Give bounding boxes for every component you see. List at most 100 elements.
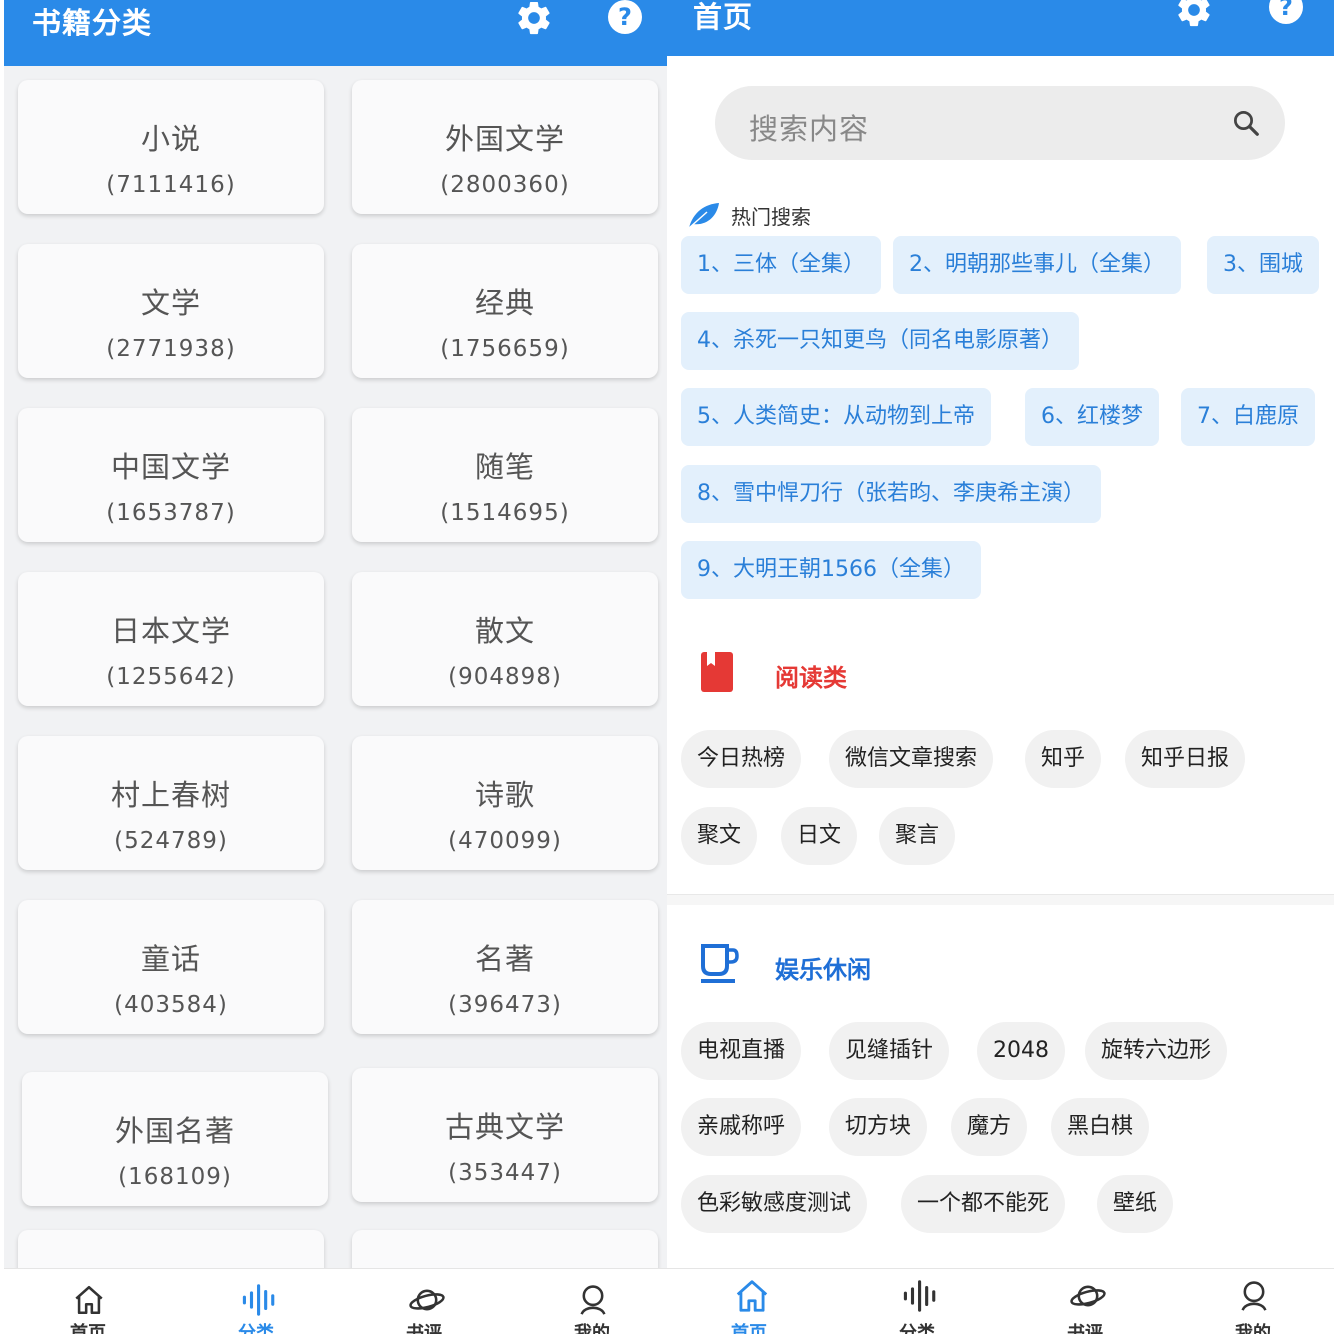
category-count: (7111416) bbox=[106, 172, 236, 198]
gear-icon bbox=[1178, 0, 1210, 27]
nav-mine[interactable]: 我的 bbox=[1193, 1269, 1313, 1334]
search-icon[interactable] bbox=[1231, 108, 1261, 138]
tag-chip[interactable]: 亲戚称呼 bbox=[681, 1098, 802, 1156]
category-name: 散文 bbox=[474, 614, 535, 648]
category-icon bbox=[903, 1280, 936, 1312]
category-screen: 书籍分类 ? 小说 (7111416) 外国文学 (2800360) 文学 (277193… bbox=[4, 0, 667, 1334]
category-card[interactable]: 日本文学 (1255642) bbox=[18, 572, 324, 706]
nav-category[interactable]: 分类 bbox=[196, 1269, 316, 1334]
nav-label: 书评 bbox=[1067, 1323, 1103, 1334]
tag-chip[interactable]: 微信文章搜索 bbox=[829, 730, 994, 788]
category-card[interactable]: 文学 (2771938) bbox=[18, 244, 324, 378]
category-card[interactable]: 随笔 (1514695) bbox=[352, 408, 658, 542]
tag-chip[interactable]: 聚文 bbox=[681, 807, 758, 865]
category-name: 外国名著 bbox=[114, 1114, 235, 1148]
tag-chip[interactable]: 黑白棋 bbox=[1051, 1098, 1150, 1156]
tag-chip[interactable]: 电视直播 bbox=[681, 1022, 802, 1080]
category-count: (2800360) bbox=[440, 172, 570, 198]
reading-section-title: 阅读类 bbox=[775, 664, 847, 692]
nav-category[interactable]: 分类 bbox=[857, 1269, 977, 1334]
category-count: (1514695) bbox=[440, 500, 570, 526]
category-card[interactable]: 诗歌 (470099) bbox=[352, 736, 658, 870]
tag-chip[interactable]: 知乎 bbox=[1025, 730, 1102, 788]
category-name: 文学 bbox=[140, 286, 201, 320]
category-card[interactable]: 名著 (396473) bbox=[352, 900, 658, 1034]
gear-icon bbox=[518, 1, 550, 35]
category-name: 古典文学 bbox=[444, 1110, 565, 1144]
hot-search-item[interactable]: 1、三体（全集） bbox=[681, 236, 881, 294]
category-card[interactable]: 村上春树 (524789) bbox=[18, 736, 324, 870]
leisure-section-title: 娱乐休闲 bbox=[775, 956, 871, 984]
category-count: (524789) bbox=[114, 828, 228, 854]
tag-chip[interactable]: 2048 bbox=[977, 1022, 1065, 1080]
page-title: 书籍分类 bbox=[32, 6, 153, 40]
tag-chip[interactable]: 旋转六边形 bbox=[1085, 1022, 1228, 1080]
user-icon bbox=[580, 1285, 606, 1315]
leaf-icon bbox=[688, 203, 719, 229]
cup-icon bbox=[701, 944, 739, 983]
category-card[interactable]: 外国文学 (2800360) bbox=[352, 80, 658, 214]
help-icon: ? bbox=[1269, 0, 1303, 24]
category-card[interactable]: 中国文学 (1653787) bbox=[18, 408, 324, 542]
category-card[interactable]: 古典文学 (353447) bbox=[352, 1068, 658, 1202]
home-screen: 首页 ? 搜索内容 热门搜索 1、三体（全集） 2、明朝那些事儿（全集） 3、围城 4… bbox=[667, 0, 1334, 1334]
tag-chip[interactable]: 见缝插针 bbox=[829, 1022, 950, 1080]
category-card[interactable]: 外国名著 (168109) bbox=[22, 1072, 328, 1206]
tag-chip[interactable]: 切方块 bbox=[829, 1098, 928, 1156]
hot-search-item[interactable]: 8、雪中悍刀行（张若昀、李庚希主演） bbox=[681, 465, 1101, 523]
tag-chip[interactable]: 聚言 bbox=[879, 807, 956, 865]
hot-search-item[interactable]: 5、人类简史：从动物到上帝 bbox=[681, 388, 991, 446]
tag-chip[interactable]: 知乎日报 bbox=[1125, 730, 1246, 788]
category-card[interactable]: 散文 (904898) bbox=[352, 572, 658, 706]
nav-review[interactable]: 书评 bbox=[364, 1269, 484, 1334]
hot-search-item[interactable]: 2、明朝那些事儿（全集） bbox=[893, 236, 1181, 294]
book-icon bbox=[701, 652, 733, 692]
help-button[interactable]: ? bbox=[608, 0, 648, 40]
hot-search-item[interactable]: 6、红楼梦 bbox=[1025, 388, 1159, 446]
category-name: 外国文学 bbox=[444, 122, 565, 156]
category-count: (904898) bbox=[448, 664, 562, 690]
category-card[interactable]: 经典 (1756659) bbox=[352, 244, 658, 378]
search-input[interactable]: 搜索内容 bbox=[715, 86, 1285, 160]
tag-chip[interactable]: 壁纸 bbox=[1097, 1175, 1174, 1233]
nav-mine[interactable]: 我的 bbox=[532, 1269, 652, 1334]
category-count: (168109) bbox=[118, 1164, 232, 1190]
category-count: (396473) bbox=[448, 992, 562, 1018]
leisure-section-header: 娱乐休闲 bbox=[699, 942, 871, 990]
help-button[interactable]: ? bbox=[1269, 0, 1309, 30]
planet-icon bbox=[1070, 1285, 1106, 1307]
category-count: (1756659) bbox=[440, 336, 570, 362]
home-icon bbox=[75, 1285, 103, 1315]
nav-home[interactable]: 首页 bbox=[689, 1269, 809, 1334]
category-count: (1255642) bbox=[106, 664, 236, 690]
nav-label: 分类 bbox=[238, 1323, 274, 1334]
nav-review[interactable]: 书评 bbox=[1025, 1269, 1145, 1334]
tag-chip[interactable]: 魔方 bbox=[951, 1098, 1028, 1156]
top-app-bar: 首页 ? bbox=[667, 0, 1334, 56]
user-icon bbox=[1241, 1281, 1267, 1311]
hot-search-header: 热门搜索 bbox=[687, 200, 811, 230]
bottom-nav: 首页 分类 书评 我的 bbox=[667, 1268, 1334, 1334]
category-name: 小说 bbox=[140, 122, 201, 156]
nav-label: 我的 bbox=[1235, 1323, 1271, 1334]
tag-chip[interactable]: 日文 bbox=[781, 807, 858, 865]
category-name: 随笔 bbox=[474, 450, 535, 484]
hot-search-item[interactable]: 3、围城 bbox=[1207, 236, 1319, 294]
settings-button[interactable] bbox=[1174, 0, 1214, 30]
tag-chip[interactable]: 一个都不能死 bbox=[901, 1175, 1066, 1233]
tag-chip[interactable]: 色彩敏感度测试 bbox=[681, 1175, 868, 1233]
category-name: 日本文学 bbox=[110, 614, 231, 648]
tag-chip[interactable]: 今日热榜 bbox=[681, 730, 802, 788]
category-card[interactable]: 童话 (403584) bbox=[18, 900, 324, 1034]
planet-icon bbox=[409, 1289, 445, 1311]
settings-button[interactable] bbox=[514, 0, 554, 38]
hot-search-item[interactable]: 7、白鹿原 bbox=[1181, 388, 1315, 446]
category-name: 名著 bbox=[474, 942, 535, 976]
category-card[interactable]: 小说 (7111416) bbox=[18, 80, 324, 214]
hot-search-item[interactable]: 4、杀死一只知更鸟（同名电影原著） bbox=[681, 312, 1079, 370]
category-count: (403584) bbox=[114, 992, 228, 1018]
nav-label: 书评 bbox=[406, 1323, 442, 1334]
hot-search-item[interactable]: 9、大明王朝1566（全集） bbox=[681, 541, 981, 599]
category-count: (353447) bbox=[448, 1160, 562, 1186]
nav-home[interactable]: 首页 bbox=[28, 1269, 148, 1334]
